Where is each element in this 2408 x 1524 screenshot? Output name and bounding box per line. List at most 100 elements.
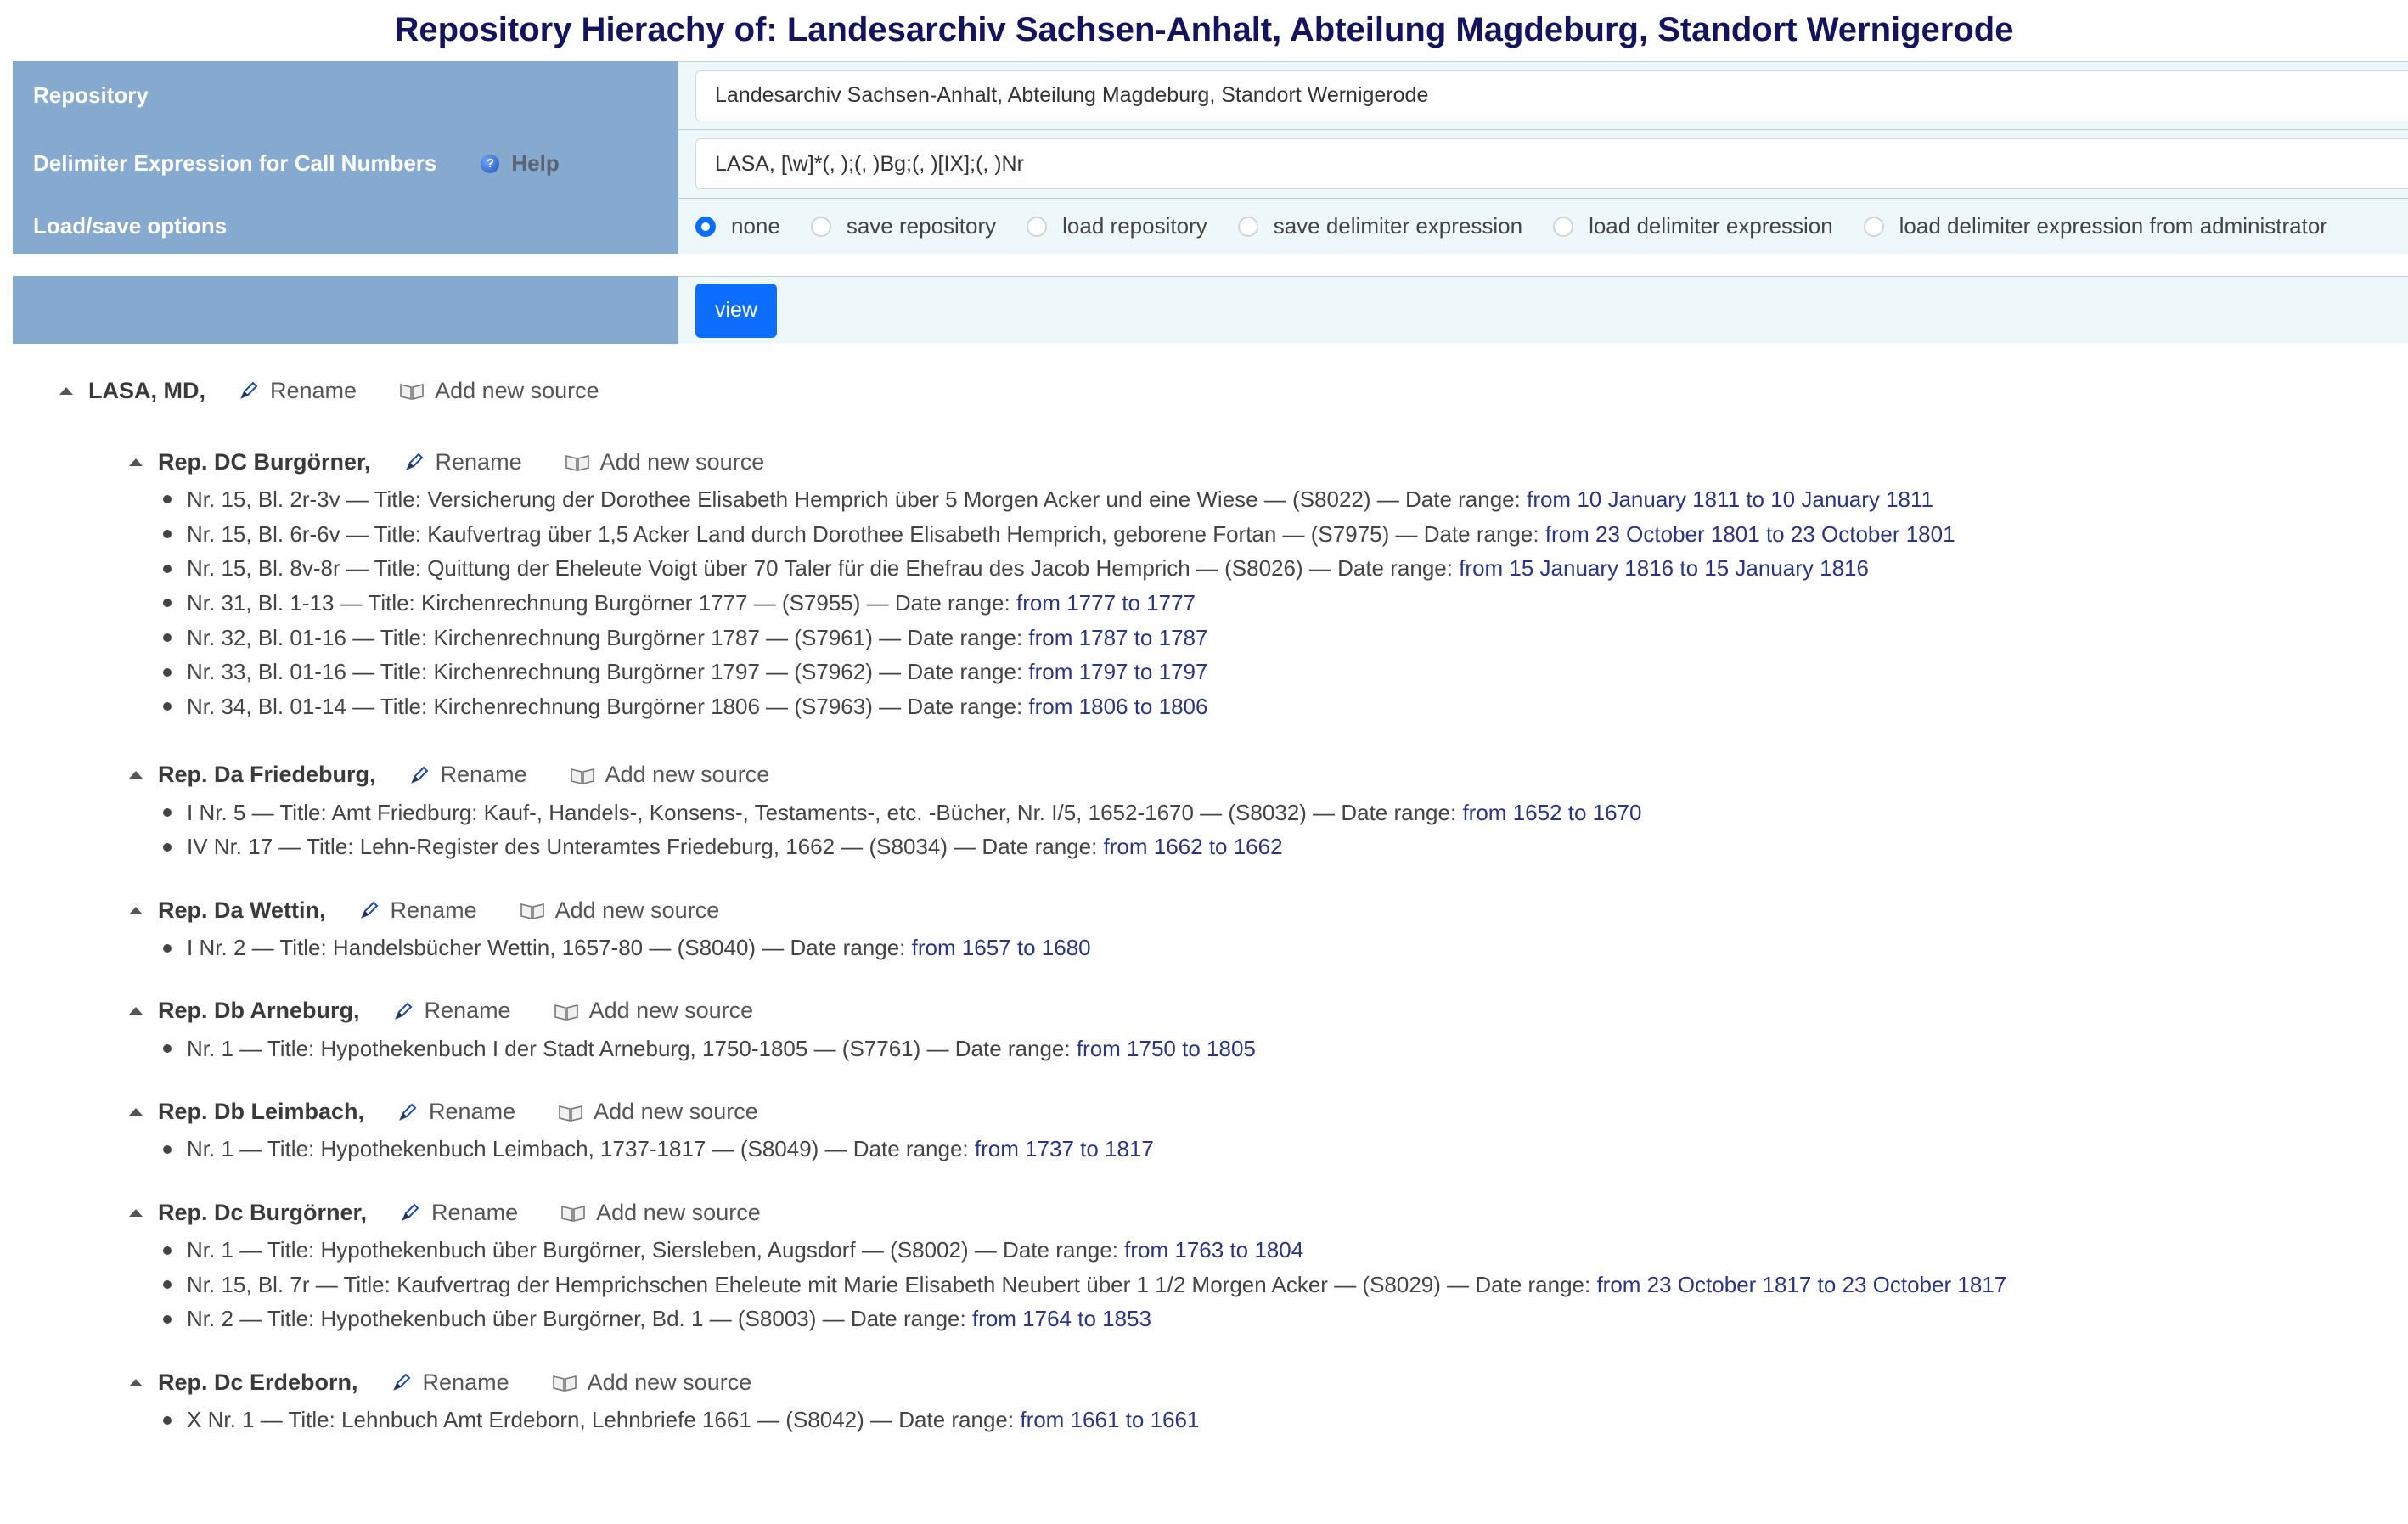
pencil-icon xyxy=(392,1373,410,1392)
rename-button[interactable]: Rename xyxy=(408,762,527,788)
radio-option-3[interactable]: save delimiter expression xyxy=(1237,213,1522,239)
group-header: Rep. Da Friedeburg, Rename Add new source xyxy=(129,755,2408,796)
pencil-icon xyxy=(410,766,428,784)
collapse-caret-icon[interactable] xyxy=(129,1007,143,1015)
rename-label: Rename xyxy=(440,762,527,788)
source-text: X Nr. 1 — Title: Lehnbuch Amt Erdeborn, … xyxy=(187,1407,1021,1433)
radio-circle[interactable] xyxy=(1237,216,1258,237)
radio-circle[interactable] xyxy=(1553,216,1574,237)
tree-group: Rep. Db Arneburg, Rename Add new source Nr.… xyxy=(59,991,2408,1066)
date-range: from 1661 to 1661 xyxy=(1020,1407,1200,1433)
radio-option-1[interactable]: save repository xyxy=(810,213,997,239)
date-range: from 15 January 1816 to 15 January 1816 xyxy=(1459,555,1869,582)
repository-input[interactable]: Landesarchiv Sachsen-Anhalt, Abteilung M… xyxy=(695,70,2408,121)
group-name: Rep. Db Leimbach, xyxy=(158,1099,365,1125)
root-node-name: LASA, MD, xyxy=(88,377,205,403)
bullet-icon xyxy=(163,667,172,677)
rename-button[interactable]: Rename xyxy=(403,449,522,475)
collapse-caret-icon[interactable] xyxy=(129,771,143,779)
source-list: Nr. 1 — Title: Hypothekenbuch Leimbach, … xyxy=(129,1133,2408,1167)
radio-option-4[interactable]: load delimiter expression xyxy=(1553,213,1833,239)
rename-label: Rename xyxy=(431,1199,519,1225)
add-source-button[interactable]: Add new source xyxy=(570,762,769,788)
source-item: Nr. 33, Bl. 01-16 — Title: Kirchenrechnu… xyxy=(163,655,2408,689)
radio-circle[interactable] xyxy=(695,216,716,237)
view-row: view xyxy=(13,276,2408,344)
rename-button[interactable]: Rename xyxy=(392,998,511,1024)
source-text: Nr. 32, Bl. 01-16 — Title: Kirchenrechnu… xyxy=(187,624,1029,650)
collapse-caret-icon[interactable] xyxy=(59,386,73,395)
source-text: I Nr. 2 — Title: Handelsbücher Wettin, 1… xyxy=(187,935,912,961)
source-text: Nr. 15, Bl. 7r — Title: Kaufvertrag der … xyxy=(187,1271,1597,1297)
radio-label: save repository xyxy=(846,213,997,239)
radio-option-2[interactable]: load repository xyxy=(1027,213,1207,239)
source-text: Nr. 15, Bl. 6r-6v — Title: Kaufvertrag ü… xyxy=(187,520,1545,547)
rename-label: Rename xyxy=(435,448,522,475)
source-text: Nr. 1 — Title: Hypothekenbuch Leimbach, … xyxy=(187,1136,975,1162)
date-range: from 1787 to 1787 xyxy=(1028,624,1208,650)
source-item: X Nr. 1 — Title: Lehnbuch Amt Erdeborn, … xyxy=(163,1403,2408,1437)
collapse-caret-icon[interactable] xyxy=(129,906,143,914)
bullet-icon xyxy=(163,633,172,643)
bullet-icon xyxy=(163,842,172,852)
add-source-button[interactable]: Add new source xyxy=(558,1099,758,1125)
rename-label: Rename xyxy=(270,377,357,403)
bullet-icon xyxy=(163,564,172,573)
rename-button[interactable]: Rename xyxy=(399,1200,518,1226)
options-row: Load/save options none save repository loa… xyxy=(13,198,2408,254)
help-icon[interactable]: ? xyxy=(481,154,500,173)
group-name: Rep. Da Wettin, xyxy=(158,897,326,923)
group-name: Rep. Dc Burgörner, xyxy=(158,1199,368,1225)
group-header: Rep. Dc Erdeborn, Rename Add new source xyxy=(129,1362,2408,1403)
add-source-button[interactable]: Add new source xyxy=(520,897,720,924)
bullet-icon xyxy=(163,530,172,539)
add-source-button[interactable]: Add new source xyxy=(560,1200,761,1226)
date-range: from 1737 to 1817 xyxy=(974,1136,1154,1162)
add-source-button[interactable]: Add new source xyxy=(399,378,599,404)
source-item: Nr. 15, Bl. 2r-3v — Title: Versicherung … xyxy=(163,482,2408,517)
add-source-label: Add new source xyxy=(554,897,720,923)
source-item: I Nr. 5 — Title: Amt Friedburg: Kauf-, H… xyxy=(163,796,2408,830)
rename-button[interactable]: Rename xyxy=(358,897,477,924)
source-item: I Nr. 2 — Title: Handelsbücher Wettin, 1… xyxy=(163,931,2408,965)
date-range: from 23 October 1801 to 23 October 1801 xyxy=(1544,520,1955,547)
repository-tree: LASA, MD, Rename Add new source Rep. DC … xyxy=(0,370,2408,1437)
rename-button[interactable]: Rename xyxy=(238,378,357,404)
source-list: X Nr. 1 — Title: Lehnbuch Amt Erdeborn, … xyxy=(129,1403,2408,1437)
collapse-caret-icon[interactable] xyxy=(129,1378,143,1386)
rename-button[interactable]: Rename xyxy=(391,1369,509,1396)
rename-label: Rename xyxy=(422,1369,509,1395)
load-save-radio-group: none save repository load repository save d… xyxy=(695,213,2358,239)
date-range: from 1777 to 1777 xyxy=(1016,589,1196,616)
collapse-caret-icon[interactable] xyxy=(129,458,143,466)
collapse-caret-icon[interactable] xyxy=(129,1108,143,1116)
book-icon xyxy=(552,1375,577,1392)
tree-group: Rep. Db Leimbach, Rename Add new source Nr.… xyxy=(59,1092,2408,1167)
add-source-label: Add new source xyxy=(435,377,599,403)
source-text: Nr. 2 — Title: Hypothekenbuch über Burgö… xyxy=(187,1306,972,1332)
radio-circle[interactable] xyxy=(1027,216,1048,237)
collapse-caret-icon[interactable] xyxy=(129,1208,143,1217)
date-range: from 1652 to 1670 xyxy=(1462,799,1642,825)
pencil-icon xyxy=(402,1203,419,1222)
radio-circle[interactable] xyxy=(810,216,831,237)
delimiter-input[interactable]: LASA, [\w]*(, );(, )Bg;(, )[IX];(, )Nr xyxy=(695,138,2408,189)
repository-row: Repository Landesarchiv Sachsen-Anhalt, … xyxy=(13,61,2408,129)
source-item: Nr. 1 — Title: Hypothekenbuch über Burgö… xyxy=(163,1233,2408,1268)
radio-option-0[interactable]: none xyxy=(695,213,780,239)
help-link[interactable]: Help xyxy=(511,150,559,177)
add-source-button[interactable]: Add new source xyxy=(552,1369,751,1396)
date-range: from 1750 to 1805 xyxy=(1076,1035,1256,1061)
rename-button[interactable]: Rename xyxy=(397,1099,515,1125)
source-text: Nr. 15, Bl. 2r-3v — Title: Versicherung … xyxy=(187,486,1528,512)
book-icon xyxy=(559,1105,582,1122)
radio-circle[interactable] xyxy=(1863,216,1884,237)
source-text: Nr. 34, Bl. 01-14 — Title: Kirchenrechnu… xyxy=(187,693,1029,719)
radio-option-5[interactable]: load delimiter expression from administr… xyxy=(1863,213,2327,239)
source-list: Nr. 15, Bl. 2r-3v — Title: Versicherung … xyxy=(129,482,2408,724)
view-button[interactable]: view xyxy=(695,283,777,338)
page-title: Repository Hierachy of: Landesarchiv Sac… xyxy=(394,11,2014,48)
add-source-button[interactable]: Add new source xyxy=(554,998,753,1024)
group-name: Rep. Db Arneburg, xyxy=(158,998,360,1024)
add-source-button[interactable]: Add new source xyxy=(565,449,764,475)
